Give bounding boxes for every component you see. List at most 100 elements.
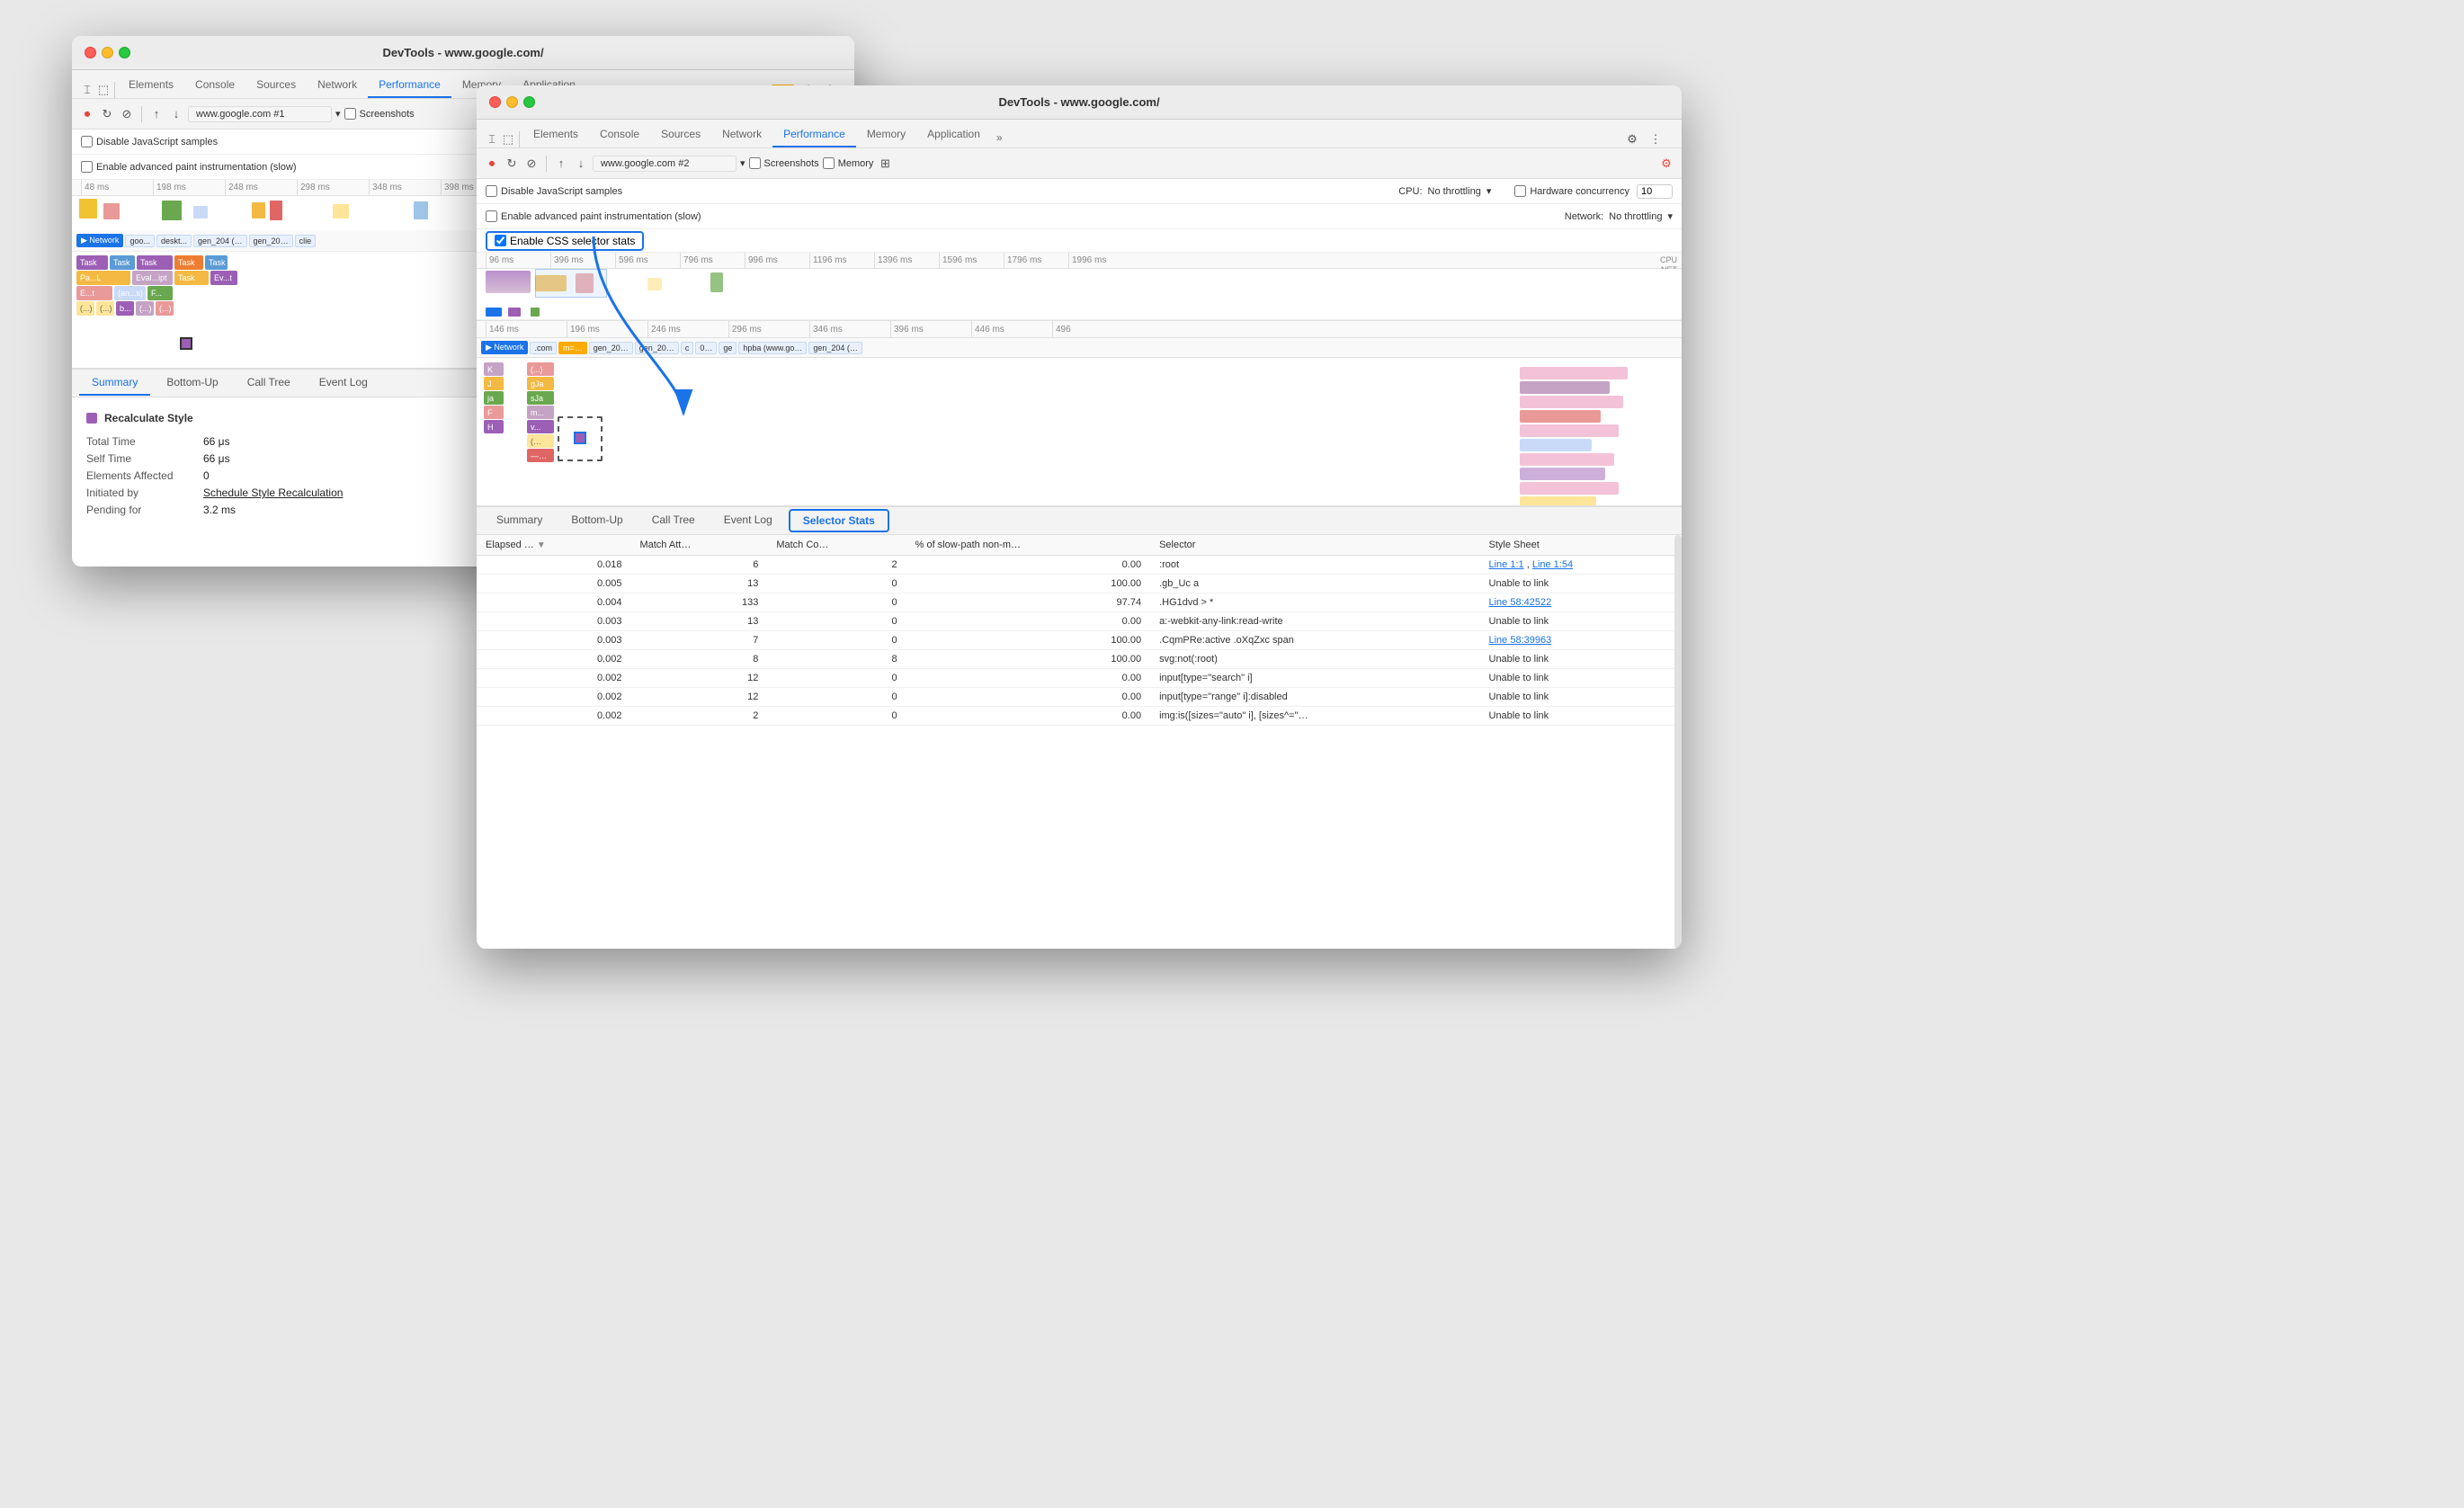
flame-gja[interactable]: gJa [527,377,554,390]
th-style-sheet[interactable]: Style Sheet [1480,535,1683,556]
flame-task-3[interactable]: Task [137,255,173,270]
flame-paren3[interactable]: (...) [136,301,154,316]
settings-gear-2[interactable]: ⚙ [1658,156,1674,172]
flame-evals[interactable]: Eval...ipt [132,271,173,285]
memory-checkbox-2[interactable]: Memory [823,157,874,169]
flame-j[interactable]: J [484,377,504,390]
tab-summary-1[interactable]: Summary [79,370,150,396]
flame-paren4[interactable]: (...) [156,301,174,316]
flame-sja[interactable]: sJa [527,391,554,405]
tab-network-1[interactable]: Network [307,73,368,98]
tab-elements-1[interactable]: Elements [118,73,184,98]
tab-more-2[interactable]: » [991,128,1008,147]
reload-icon-2[interactable]: ↻ [504,156,520,172]
flame-k[interactable]: K [484,362,504,376]
advanced-paint-2[interactable]: Enable advanced paint instrumentation (s… [486,210,701,222]
minimize-button-1[interactable] [102,47,113,58]
cpu-dropdown-2[interactable]: ▾ [1486,185,1492,197]
flame-task-2[interactable]: Task [110,255,135,270]
clear-icon-1[interactable]: ⊘ [119,106,135,122]
schedule-style-link[interactable]: Schedule Style Recalculation [203,486,343,499]
scroll-thumb-2[interactable] [1674,535,1682,949]
flame-f2[interactable]: F [484,406,504,419]
style-link-11[interactable]: Line 1:1 [1489,559,1524,570]
flame-v[interactable]: v... [527,420,554,433]
download-icon-2[interactable]: ↓ [573,156,589,172]
cursor-icon-2[interactable]: ⌶ [484,131,500,147]
upload-icon-1[interactable]: ↑ [148,106,165,122]
css-selector-checkbox-container[interactable]: Enable CSS selector stats [486,231,644,251]
tab-sources-1[interactable]: Sources [246,73,307,98]
style-link-5842522[interactable]: Line 58:42522 [1489,597,1552,608]
tab-elements-2[interactable]: Elements [522,122,589,147]
network-dropdown-2[interactable]: ▾ [1667,210,1673,222]
inspect-icon-1[interactable]: ⬚ [95,82,112,98]
maximize-button-1[interactable] [119,47,130,58]
tab-performance-1[interactable]: Performance [368,73,451,98]
tab-bottom-up-1[interactable]: Bottom-Up [154,370,230,396]
flame-et[interactable]: E...t [76,286,112,300]
flame-m[interactable]: m... [527,406,554,419]
more-icon-2[interactable]: ⋮ [1647,131,1664,147]
tab-call-tree-2[interactable]: Call Tree [639,508,708,533]
th-selector[interactable]: Selector [1150,535,1479,556]
flame-ans[interactable]: (an...s) [114,286,146,300]
th-elapsed[interactable]: Elapsed … ▼ [477,535,630,556]
tab-bottom-up-2[interactable]: Bottom-Up [558,508,635,533]
flame-task-sub[interactable]: Task [174,271,209,285]
url-input-1[interactable] [188,106,332,122]
inspect-icon-2[interactable]: ⬚ [500,131,516,147]
screenshot-checkbox-1[interactable]: Screenshots [344,108,415,120]
flame-dash[interactable]: —… [527,449,554,462]
tab-selector-stats-2[interactable]: Selector Stats [789,509,889,532]
style-link-5839963[interactable]: Line 58:39963 [1489,635,1552,646]
minimize-button-2[interactable] [506,96,518,108]
flame-h[interactable]: H [484,420,504,433]
th-match-co[interactable]: Match Co… [767,535,906,556]
flame-task-1[interactable]: Task [76,255,108,270]
th-pct[interactable]: % of slow-path non-m… [906,535,1150,556]
disable-js-1[interactable]: Disable JavaScript samples [81,136,218,147]
css-selector-checkbox[interactable] [495,235,506,246]
tab-console-2[interactable]: Console [589,122,650,147]
flame-paren1[interactable]: (...) [76,301,94,316]
style-link-154[interactable]: Line 1:54 [1532,559,1573,570]
close-button-2[interactable] [489,96,501,108]
highlighted-block-1[interactable] [180,337,192,350]
upload-icon-2[interactable]: ↑ [553,156,569,172]
tab-summary-2[interactable]: Summary [484,508,555,533]
url-input-2[interactable] [593,156,737,172]
download-icon-1[interactable]: ↓ [168,106,184,122]
tab-console-1[interactable]: Console [184,73,246,98]
flame-ja[interactable]: ja [484,391,504,405]
tab-application-2[interactable]: Application [916,122,991,147]
flame-b[interactable]: b... [116,301,134,316]
cursor-icon-1[interactable]: ⌶ [79,82,95,98]
flame-task-5[interactable]: Task [205,255,228,270]
record-icon-2[interactable]: ⏺ [484,156,500,172]
tab-call-tree-1[interactable]: Call Tree [235,370,303,396]
concurrency-input-2[interactable] [1637,184,1673,199]
flame-paren2[interactable]: (...) [96,301,114,316]
th-match-att[interactable]: Match Att… [630,535,767,556]
clear-icon-2[interactable]: ⊘ [523,156,540,172]
flame-pal[interactable]: Pa...L [76,271,130,285]
tab-performance-2[interactable]: Performance [772,122,856,147]
url-dropdown-1[interactable]: ▾ [335,108,341,120]
disable-js-2[interactable]: Disable JavaScript samples [486,185,622,197]
record-icon-1[interactable]: ⏺ [79,106,95,122]
tab-network-2[interactable]: Network [711,122,772,147]
tab-memory-2[interactable]: Memory [856,122,916,147]
reload-icon-1[interactable]: ↻ [99,106,115,122]
hardware-concurrency-2[interactable]: Hardware concurrency [1514,184,1673,199]
close-button-1[interactable] [85,47,96,58]
settings-icon-2[interactable]: ⚙ [1624,131,1640,147]
flame-task-4[interactable]: Task [174,255,203,270]
flame-ev[interactable]: Ev...t [210,271,237,285]
url-dropdown-2[interactable]: ▾ [740,157,745,169]
tab-event-log-1[interactable]: Event Log [307,370,380,396]
flame-paren-r2[interactable]: (… [527,434,554,448]
more-controls-icon-2[interactable]: ⊞ [877,156,893,172]
screenshot-checkbox-2[interactable]: Screenshots [749,157,819,169]
advanced-paint-1[interactable]: Enable advanced paint instrumentation (s… [81,161,297,173]
